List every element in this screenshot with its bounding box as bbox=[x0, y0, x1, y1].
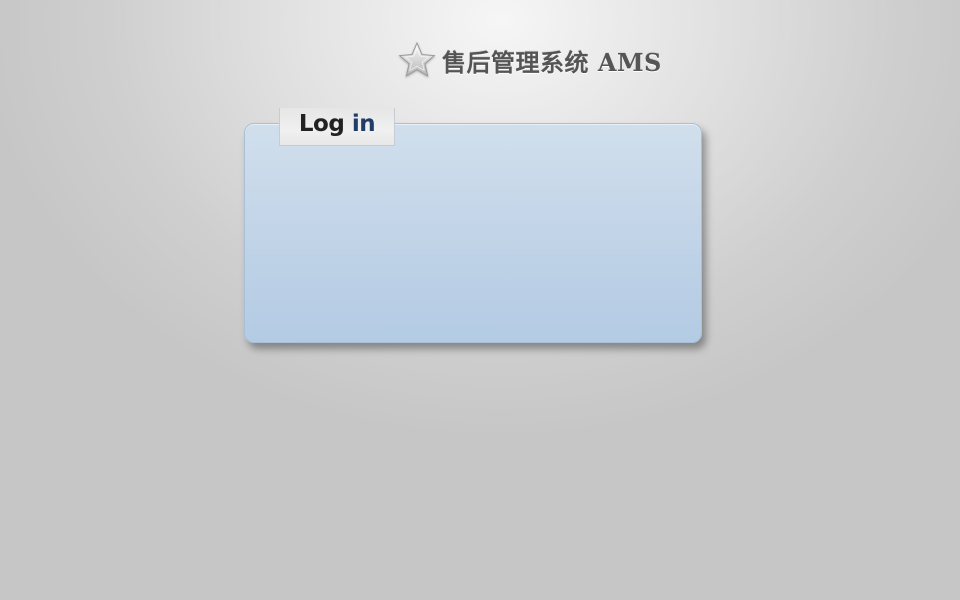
login-tab-label-in: in bbox=[351, 110, 376, 137]
login-tab: Log in bbox=[279, 108, 395, 146]
login-tab-label-log: Log bbox=[298, 110, 352, 137]
login-panel bbox=[244, 123, 702, 343]
login-tab-label: Log in bbox=[298, 110, 376, 137]
star-icon bbox=[398, 41, 436, 79]
app-title: 售后管理系统 AMS bbox=[442, 47, 662, 77]
app-header: 售后管理系统 AMS bbox=[398, 40, 662, 80]
